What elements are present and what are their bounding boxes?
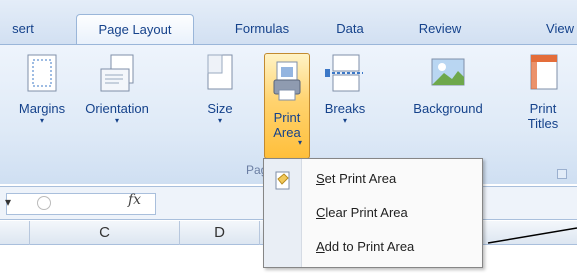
breaks-label: Breaks <box>324 101 366 116</box>
margins-icon <box>27 54 57 92</box>
mnemonic-c: C <box>316 205 326 220</box>
set-print-area-icon <box>275 171 290 190</box>
column-header-c[interactable]: C <box>30 221 180 245</box>
print-area-label-line2: Area <box>273 125 301 140</box>
add-to-print-area-item[interactable]: Add to Print Area <box>316 239 414 254</box>
chevron-down-icon[interactable]: ▾ <box>5 195 11 209</box>
page-breaks-icon <box>325 54 363 92</box>
print-titles-button[interactable]: Print Titles <box>520 53 566 131</box>
print-titles-icon <box>530 54 558 90</box>
clear-print-area-item[interactable]: Clear Print Area <box>316 205 408 220</box>
print-area-button[interactable]: Print Area <box>264 53 310 159</box>
margins-label: Margins <box>18 101 66 116</box>
print-area-icon <box>273 61 301 101</box>
chevron-down-icon: ▾ <box>217 116 222 125</box>
tab-data[interactable]: Data <box>322 14 378 44</box>
background-image-icon <box>431 58 465 86</box>
tab-page-layout[interactable]: Page Layout <box>76 14 194 44</box>
orientation-icon <box>100 54 134 92</box>
background-button[interactable]: Background <box>398 53 498 116</box>
tab-formulas[interactable]: Formulas <box>222 14 302 44</box>
mnemonic-s: S <box>316 171 325 186</box>
column-header-d[interactable]: D <box>180 221 260 245</box>
circle-icon <box>37 196 51 210</box>
chevron-down-icon: ▾ <box>298 138 303 147</box>
print-titles-label-line1: Print <box>529 101 557 116</box>
print-titles-label-line2: Titles <box>527 116 559 131</box>
tab-view[interactable]: View <box>530 14 577 44</box>
fx-icon[interactable]: fx <box>128 192 141 208</box>
dialog-launcher-icon[interactable] <box>557 169 567 179</box>
tab-review[interactable]: Review <box>400 14 480 44</box>
mnemonic-a: A <box>316 239 325 254</box>
background-label: Background <box>413 101 483 116</box>
tab-insert[interactable]: sert <box>0 14 46 44</box>
set-print-area-item[interactable]: Set Print Area <box>316 171 396 186</box>
chevron-down-icon: ▾ <box>114 116 119 125</box>
page-size-icon <box>207 54 233 90</box>
size-button[interactable]: Size ▾ <box>198 53 242 125</box>
margins-button[interactable]: Margins ▾ <box>12 53 72 125</box>
orientation-label: Orientation <box>85 101 149 116</box>
add-to-print-area-label: dd to Print Area <box>324 239 415 254</box>
chevron-down-icon: ▾ <box>342 116 347 125</box>
print-area-menu: Set Print Area Clear Print Area Add to P… <box>263 158 483 268</box>
clear-print-area-label: lear Print Area <box>325 205 408 220</box>
orientation-button[interactable]: Orientation ▾ <box>76 53 158 125</box>
ribbon-tab-strip: sert Page Layout Formulas Data Review Vi… <box>0 0 577 44</box>
set-print-area-label: et Print Area <box>324 171 397 186</box>
print-area-label-line1: Print <box>273 110 301 125</box>
column-header-b[interactable] <box>0 221 30 245</box>
breaks-button[interactable]: Breaks ▾ <box>318 53 372 125</box>
size-label: Size <box>207 101 233 116</box>
chevron-down-icon: ▾ <box>39 116 44 125</box>
